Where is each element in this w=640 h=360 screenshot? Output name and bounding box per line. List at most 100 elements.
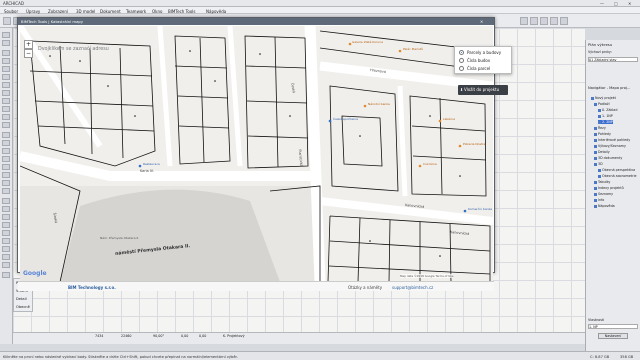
menu-bimtech[interactable]: BIMTech Tools (168, 9, 195, 14)
object-tool-icon[interactable] (2, 246, 10, 252)
marquee-tool-icon[interactable] (2, 40, 10, 46)
tree-item[interactable]: Obecná perspektiva (598, 168, 635, 172)
window-tool-icon[interactable] (2, 98, 10, 104)
layer-radio[interactable] (459, 58, 464, 63)
tree-item[interactable]: Obecná axonometrie (598, 174, 637, 178)
menu-view[interactable]: Zobrazení (48, 9, 68, 14)
menu-window[interactable]: Okno (152, 9, 162, 14)
settings-button[interactable]: Nastavení (598, 333, 628, 339)
column-tool-icon[interactable] (2, 58, 10, 64)
tree-item[interactable]: Tabulky (594, 180, 610, 184)
worksheet-tool-icon[interactable] (2, 222, 10, 228)
label-tool-icon[interactable] (2, 148, 10, 154)
coord-x: 7434 (95, 334, 104, 338)
tree-label: Info (598, 198, 605, 202)
insert-into-project-button[interactable]: ⬇ Vložit do projektu (458, 85, 508, 95)
arrow-tool-icon[interactable] (2, 32, 10, 38)
dimension-tool-icon[interactable] (2, 132, 10, 138)
menu-file[interactable]: Soubor (4, 9, 18, 14)
lamp-tool-icon[interactable] (2, 254, 10, 260)
text-tool-icon[interactable] (2, 140, 10, 146)
maximize-icon[interactable]: □ (614, 1, 618, 6)
zone-tool-icon[interactable] (2, 262, 10, 268)
section-icon (594, 126, 597, 130)
menu-document[interactable]: Dokument (100, 9, 121, 14)
layer-set-dropdown[interactable]: 01 Základní stav (588, 57, 638, 62)
stair-tool-icon[interactable] (2, 106, 10, 112)
new-icon[interactable] (3, 17, 11, 25)
close-icon[interactable]: ✕ (628, 1, 631, 6)
tree-item[interactable]: Interiérové pohledy (594, 138, 630, 142)
tree-item-selected[interactable]: 2. 2NP (598, 120, 613, 124)
section-tool-icon[interactable] (2, 198, 10, 204)
renovation-icon[interactable] (560, 17, 568, 25)
tree-item[interactable]: Nový projekt (591, 96, 616, 100)
table-icon (594, 180, 597, 184)
model-view-icon[interactable] (550, 17, 558, 25)
info-item[interactable]: Obecně (16, 305, 30, 309)
app-title: ARCHICAD (3, 1, 24, 6)
drawing-tool-icon[interactable] (2, 188, 10, 194)
elevation-tool-icon[interactable] (2, 206, 10, 212)
tree-item[interactable]: 3D (594, 162, 603, 166)
tree-item[interactable]: Řezy (594, 126, 606, 130)
tree-item[interactable]: Pohledy (594, 132, 611, 136)
fill-tool-icon[interactable] (2, 156, 10, 162)
cadastral-map-window: BIMTech Tools | Katastrální mapy ✕ náměs… (17, 17, 512, 291)
menu-teamwork[interactable]: Teamwork (126, 9, 146, 14)
layer-label[interactable]: Čísla parcel (467, 66, 490, 71)
tree-item[interactable]: Výkazy/Seznamy (594, 144, 626, 148)
menu-help[interactable]: Nápověda (206, 9, 226, 14)
ram-usage: 358 GB (620, 354, 634, 359)
map-window-title: BIMTech Tools | Katastrální mapy (21, 19, 84, 24)
tree-item[interactable]: Indexy projektů (594, 186, 624, 190)
arc-tool-icon[interactable] (2, 172, 10, 178)
detail-tool-icon[interactable] (2, 214, 10, 220)
search-hint: Dvojklikem se zaznačí adresu (38, 47, 109, 52)
properties-field[interactable]: 1. NP (588, 324, 638, 329)
close-icon[interactable]: ✕ (480, 19, 483, 24)
layer-label[interactable]: Parcely a budovy (467, 50, 501, 55)
more-tools-icon[interactable] (2, 272, 10, 278)
tree-item[interactable]: Podlaží (594, 102, 610, 106)
railing-tool-icon[interactable] (2, 114, 10, 120)
morph-tool-icon[interactable] (2, 238, 10, 244)
layer-label[interactable]: Čísla budov (467, 58, 490, 63)
coord-plane[interactable]: K. Projektový (223, 334, 245, 338)
terms-link[interactable]: Terms of Use (436, 274, 454, 278)
polyline-tool-icon[interactable] (2, 180, 10, 186)
insert-button-label: Vložit do projektu (464, 87, 500, 92)
zoom-in-button[interactable]: + (24, 40, 33, 49)
wall-tool-icon[interactable] (2, 50, 10, 56)
layer-radio[interactable] (459, 66, 464, 71)
properties-label: Vlastnosti (588, 318, 605, 322)
3d-icon (594, 162, 597, 166)
map-view[interactable]: náměstí Přemysla Otakara II. Nám. Přemys… (20, 26, 493, 282)
poi-label: Komerční banka (468, 207, 493, 211)
pen-icon[interactable] (540, 17, 548, 25)
layer-radio[interactable] (459, 50, 464, 55)
tree-item[interactable]: 3D dokumenty (594, 156, 622, 160)
zoom-out-button[interactable]: − (24, 49, 33, 58)
tree-item[interactable]: 0. Základ (598, 108, 617, 112)
tree-item[interactable]: Detaily (594, 150, 610, 154)
contact-email-link[interactable]: support@bimtech.cz (392, 285, 433, 290)
roof-tool-icon[interactable] (2, 82, 10, 88)
tree-item[interactable]: Nápověda (594, 204, 615, 208)
door-tool-icon[interactable] (2, 90, 10, 96)
line-tool-icon[interactable] (2, 164, 10, 170)
curtainwall-tool-icon[interactable] (2, 122, 10, 128)
scale-icon[interactable] (530, 17, 538, 25)
minimize-icon[interactable]: — (600, 1, 604, 6)
beam-tool-icon[interactable] (2, 66, 10, 72)
mesh-tool-icon[interactable] (2, 230, 10, 236)
elevation-icon (594, 132, 597, 136)
menu-edit[interactable]: Úpravy (26, 9, 40, 14)
tree-item[interactable]: Info (594, 198, 604, 202)
menu-3d[interactable]: 3D model (76, 9, 95, 14)
info-item[interactable]: Detail (16, 297, 27, 301)
tree-item[interactable]: 1. 1NP (598, 114, 613, 118)
slab-tool-icon[interactable] (2, 74, 10, 80)
tree-item[interactable]: Seznamy (594, 192, 613, 196)
layers-icon[interactable] (520, 17, 528, 25)
